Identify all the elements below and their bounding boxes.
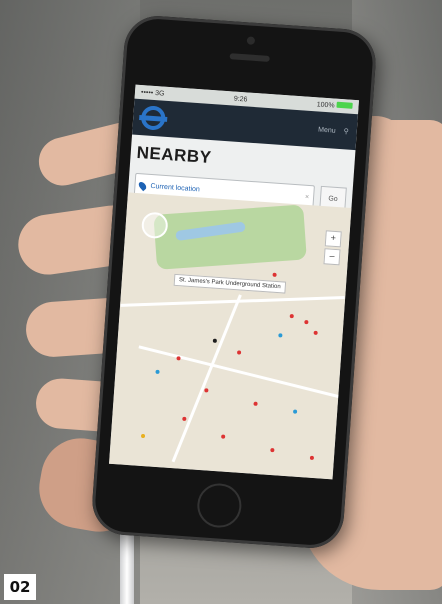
map-marker[interactable] bbox=[253, 401, 258, 406]
map-marker[interactable] bbox=[155, 369, 160, 375]
zoom-out-button[interactable]: – bbox=[323, 248, 341, 266]
search-icon[interactable]: ⚲ bbox=[343, 127, 349, 135]
front-camera bbox=[246, 36, 256, 45]
map-marker[interactable] bbox=[304, 320, 309, 325]
map-marker[interactable] bbox=[140, 433, 146, 439]
earpiece-speaker bbox=[229, 53, 270, 62]
map-marker[interactable] bbox=[272, 272, 277, 277]
map-road bbox=[171, 294, 242, 463]
photo-scene: ••••• 3G 9:26 100% Menu ⚲ NEARBY Current… bbox=[0, 0, 442, 604]
carrier-text: ••••• 3G bbox=[140, 88, 165, 98]
figure-label: 02 bbox=[4, 574, 36, 600]
map-marker[interactable] bbox=[182, 416, 187, 422]
clear-icon[interactable]: × bbox=[305, 193, 310, 200]
menu-button[interactable]: Menu bbox=[318, 126, 336, 134]
location-pin-icon bbox=[137, 180, 148, 191]
battery-text: 100% bbox=[316, 101, 335, 110]
map-marker[interactable] bbox=[313, 330, 318, 335]
map-marker[interactable] bbox=[292, 409, 298, 414]
battery-indicator: 100% bbox=[316, 100, 353, 110]
map-marker[interactable] bbox=[212, 338, 217, 343]
battery-icon bbox=[336, 101, 353, 109]
time-text: 9:26 bbox=[233, 95, 248, 103]
map-marker[interactable] bbox=[204, 388, 209, 393]
smartphone: ••••• 3G 9:26 100% Menu ⚲ NEARBY Current… bbox=[90, 13, 378, 551]
home-button[interactable] bbox=[195, 482, 243, 530]
roundel-logo[interactable] bbox=[140, 105, 167, 131]
map-marker[interactable] bbox=[289, 313, 294, 319]
map-marker[interactable] bbox=[270, 447, 275, 453]
zoom-in-button[interactable]: + bbox=[324, 230, 342, 248]
map-road bbox=[120, 296, 345, 307]
map-marker[interactable] bbox=[236, 350, 242, 355]
phone-screen: ••••• 3G 9:26 100% Menu ⚲ NEARBY Current… bbox=[109, 84, 359, 480]
map-view[interactable]: + – St. James's Park Underground Station bbox=[109, 192, 352, 480]
map-marker[interactable] bbox=[221, 434, 226, 439]
map-marker[interactable] bbox=[176, 356, 181, 361]
location-input-value: Current location bbox=[150, 182, 201, 193]
map-marker[interactable] bbox=[278, 333, 283, 338]
station-label[interactable]: St. James's Park Underground Station bbox=[173, 273, 287, 294]
map-marker[interactable] bbox=[309, 455, 315, 460]
